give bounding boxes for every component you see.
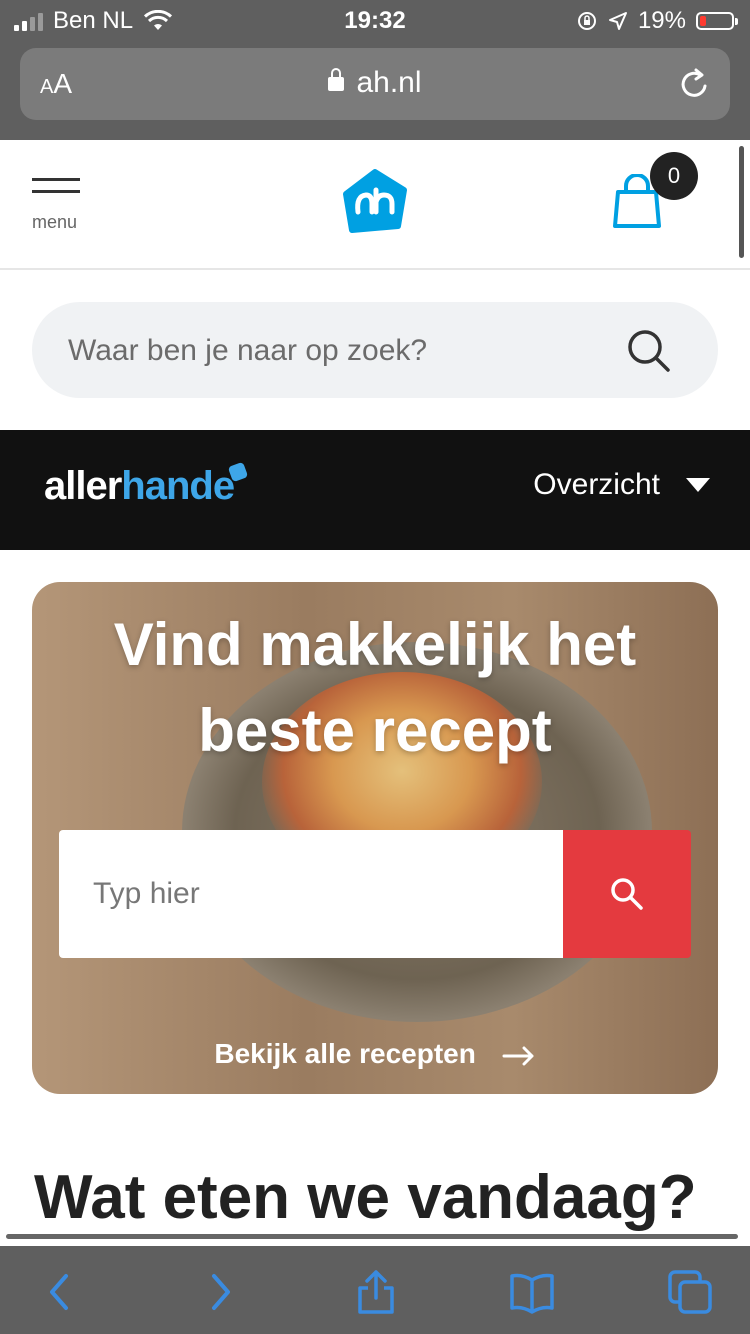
recipe-search [59,830,691,958]
hero-title-line1: Vind makkelijk het [113,611,637,678]
battery-level [700,16,706,26]
allerhande-logo-part1: aller [44,464,122,508]
scroll-indicator [739,146,744,258]
allerhande-logo[interactable]: allerhande [44,461,249,509]
address-bar[interactable]: AA ah.nl [20,48,730,120]
reload-icon[interactable] [674,64,714,104]
all-recipes-label: Bekijk alle recepten [214,1038,476,1069]
recipe-hero: Vind makkelijk het beste recept Bekijk a… [32,582,718,1094]
bookmarks-icon[interactable] [508,1268,556,1316]
share-icon[interactable] [352,1268,400,1316]
hamburger-line [32,190,80,193]
url-display[interactable]: ah.nl [20,66,730,100]
menu-label: menu [32,212,78,232]
all-recipes-link[interactable]: Bekijk alle recepten [32,1038,718,1070]
url-text: ah.nl [356,66,422,99]
status-right: 19% [576,7,738,35]
menu-button[interactable]: menu [32,178,82,234]
browser-toolbar [0,1246,750,1334]
ah-logo[interactable] [342,168,408,234]
search-icon[interactable] [626,328,672,374]
hero-title-line2: beste recept [198,697,552,764]
location-arrow-icon [608,12,627,30]
back-icon[interactable] [36,1268,84,1316]
battery-icon [696,12,738,30]
battery-percent: 19% [637,7,686,34]
section-title: Wat eten we vandaag? [34,1163,697,1232]
cart-count-badge: 0 [650,152,698,200]
hamburger-icon [32,178,80,181]
tabs-icon[interactable] [666,1268,714,1316]
allerhande-logo-part2: hande [121,464,235,508]
cart-button[interactable]: 0 [612,152,702,244]
overzicht-dropdown[interactable]: Overzicht [533,468,710,502]
site-search [32,302,718,400]
status-bar: Ben NL 19:32 19% [0,0,750,40]
site-header: menu 0 [0,140,750,270]
caret-down-icon [686,478,710,492]
recipe-search-input[interactable] [59,830,563,958]
search-input[interactable] [66,302,630,400]
browser-url-area: AA ah.nl [0,40,750,140]
forward-icon[interactable] [196,1268,244,1316]
lock-icon [328,68,345,91]
allerhande-bar: allerhande Overzicht [0,430,750,550]
overzicht-label: Overzicht [533,468,660,501]
arrow-right-icon [502,1046,534,1066]
recipe-search-button[interactable] [563,830,691,958]
search-icon [611,878,643,910]
orientation-lock-icon [577,12,596,30]
horizontal-scroll-indicator [6,1234,738,1239]
hero-title: Vind makkelijk het beste recept [32,602,718,774]
